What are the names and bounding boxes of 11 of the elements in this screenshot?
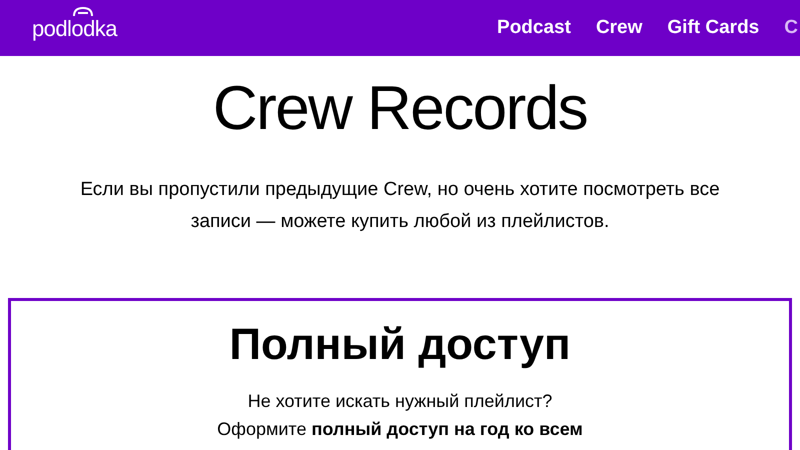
- card-heading: Полный доступ: [229, 323, 571, 367]
- intro-text: Если вы пропустили предыдущие Crew, но очень хотите посмотреть все записи — можете купить любой из плейлистов.: [80, 178, 720, 234]
- logo-icon: [72, 6, 94, 18]
- nav-link[interactable]: C: [784, 14, 798, 42]
- logo[interactable]: podlodka: [32, 12, 117, 44]
- nav-link[interactable]: Gift Cards: [667, 14, 760, 42]
- card-text: Оформите полный доступ на год ко всем: [217, 418, 583, 441]
- nav-link[interactable]: Podcast: [497, 14, 571, 42]
- card-text: Не хотите искать нужный плейлист?: [248, 390, 552, 413]
- nav-link[interactable]: Crew: [596, 14, 642, 42]
- page-title: Crew Records: [212, 78, 588, 140]
